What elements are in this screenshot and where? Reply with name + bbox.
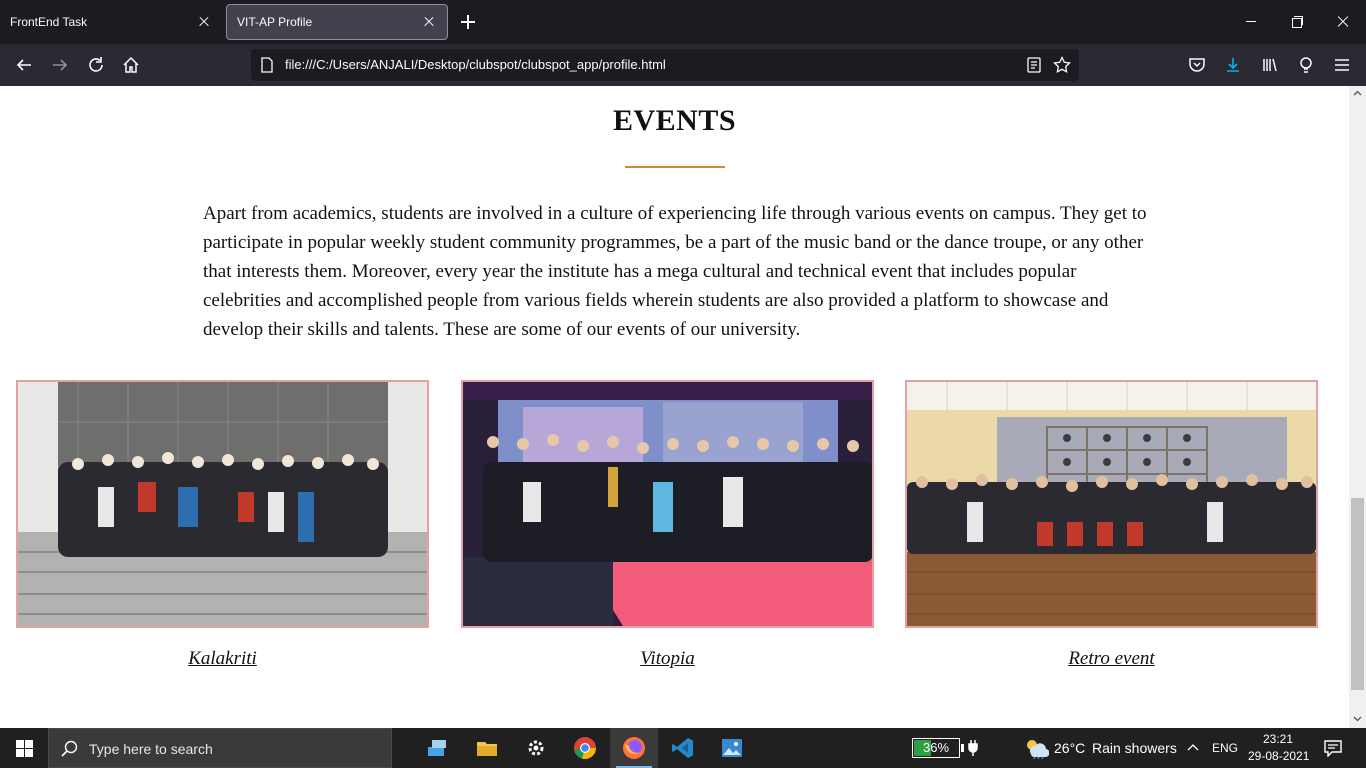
tab-title: VIT-AP Profile xyxy=(237,15,313,29)
downloads-icon[interactable] xyxy=(1222,54,1244,76)
heading-underline xyxy=(625,166,725,168)
back-arrow-icon[interactable] xyxy=(13,54,35,76)
search-icon xyxy=(61,740,78,757)
reader-view-icon[interactable] xyxy=(1026,57,1042,73)
task-view-icon[interactable] xyxy=(414,728,462,768)
scroll-down-arrow-icon[interactable] xyxy=(1353,714,1362,723)
tab-title: FrontEnd Task xyxy=(10,15,88,29)
scroll-up-arrow-icon[interactable] xyxy=(1353,89,1362,98)
language-indicator[interactable]: ENG xyxy=(1212,741,1238,755)
event-image-vitopia[interactable] xyxy=(461,380,874,628)
firefox-icon[interactable] xyxy=(610,728,658,768)
tab-frontend-task[interactable]: FrontEnd Task xyxy=(0,4,222,40)
charging-plug-icon xyxy=(968,740,978,756)
windows-taskbar: Type here to search 36% 26°C Rain shower… xyxy=(0,728,1366,768)
clock-time[interactable]: 23:21 xyxy=(1263,732,1293,746)
windows-start-icon[interactable] xyxy=(0,728,48,768)
clock-date[interactable]: 29-08-2021 xyxy=(1248,749,1309,763)
close-icon[interactable] xyxy=(196,14,212,30)
extension-bulb-icon[interactable] xyxy=(1295,54,1317,76)
close-icon[interactable] xyxy=(421,14,437,30)
event-image-kalakriti[interactable] xyxy=(16,380,429,628)
reload-icon[interactable] xyxy=(85,54,107,76)
kalakriti-photo xyxy=(18,382,427,626)
event-image-retro-event[interactable] xyxy=(905,380,1318,628)
search-placeholder: Type here to search xyxy=(89,741,213,757)
retro-event-photo xyxy=(907,382,1316,626)
url-text[interactable]: file:///C:/Users/ANJALI/Desktop/clubspot… xyxy=(285,57,666,72)
address-bar[interactable]: file:///C:/Users/ANJALI/Desktop/clubspot… xyxy=(251,49,1079,81)
events-description: Apart from academics, students are invol… xyxy=(203,203,1147,340)
settings-gear-icon[interactable] xyxy=(512,728,560,768)
vscode-icon[interactable] xyxy=(659,728,707,768)
forward-arrow-icon[interactable] xyxy=(49,54,71,76)
chrome-icon[interactable] xyxy=(561,728,609,768)
window-close-icon[interactable] xyxy=(1333,12,1353,32)
vitopia-photo xyxy=(463,382,872,626)
file-explorer-icon[interactable] xyxy=(463,728,511,768)
library-icon[interactable] xyxy=(1259,54,1281,76)
home-icon[interactable] xyxy=(120,54,142,76)
bookmark-star-icon[interactable] xyxy=(1053,56,1071,74)
weather-description[interactable]: Rain showers xyxy=(1092,740,1177,756)
restore-icon[interactable] xyxy=(1287,12,1307,32)
minimize-icon[interactable] xyxy=(1241,12,1261,32)
event-caption-retro-event[interactable]: Retro event xyxy=(905,648,1318,670)
event-caption-kalakriti[interactable]: Kalakriti xyxy=(16,648,429,670)
weather-temp[interactable]: 26°C xyxy=(1054,740,1085,756)
page-icon xyxy=(261,57,273,73)
weather-rain-icon[interactable] xyxy=(1023,737,1049,759)
battery-indicator[interactable]: 36% xyxy=(912,738,964,758)
vertical-scrollbar[interactable] xyxy=(1349,86,1366,728)
scrollbar-thumb[interactable] xyxy=(1351,498,1364,690)
navigation-toolbar: file:///C:/Users/ANJALI/Desktop/clubspot… xyxy=(0,44,1366,86)
battery-percent: 36% xyxy=(922,740,950,755)
hamburger-menu-icon[interactable] xyxy=(1331,54,1353,76)
chevron-up-icon[interactable] xyxy=(1187,743,1199,753)
events-heading: EVENTS xyxy=(612,104,737,137)
new-tab-plus-icon[interactable] xyxy=(458,12,478,32)
notification-center-icon[interactable] xyxy=(1323,739,1343,757)
tab-vit-ap-profile[interactable]: VIT-AP Profile xyxy=(226,4,448,40)
pocket-icon[interactable] xyxy=(1186,54,1208,76)
taskbar-search-box[interactable]: Type here to search xyxy=(48,728,392,768)
page-viewport: EVENTS Apart from academics, students ar… xyxy=(0,86,1349,728)
event-caption-vitopia[interactable]: Vitopia xyxy=(461,648,874,670)
tab-strip: FrontEnd Task VIT-AP Profile xyxy=(0,0,1366,44)
photos-icon[interactable] xyxy=(708,728,756,768)
